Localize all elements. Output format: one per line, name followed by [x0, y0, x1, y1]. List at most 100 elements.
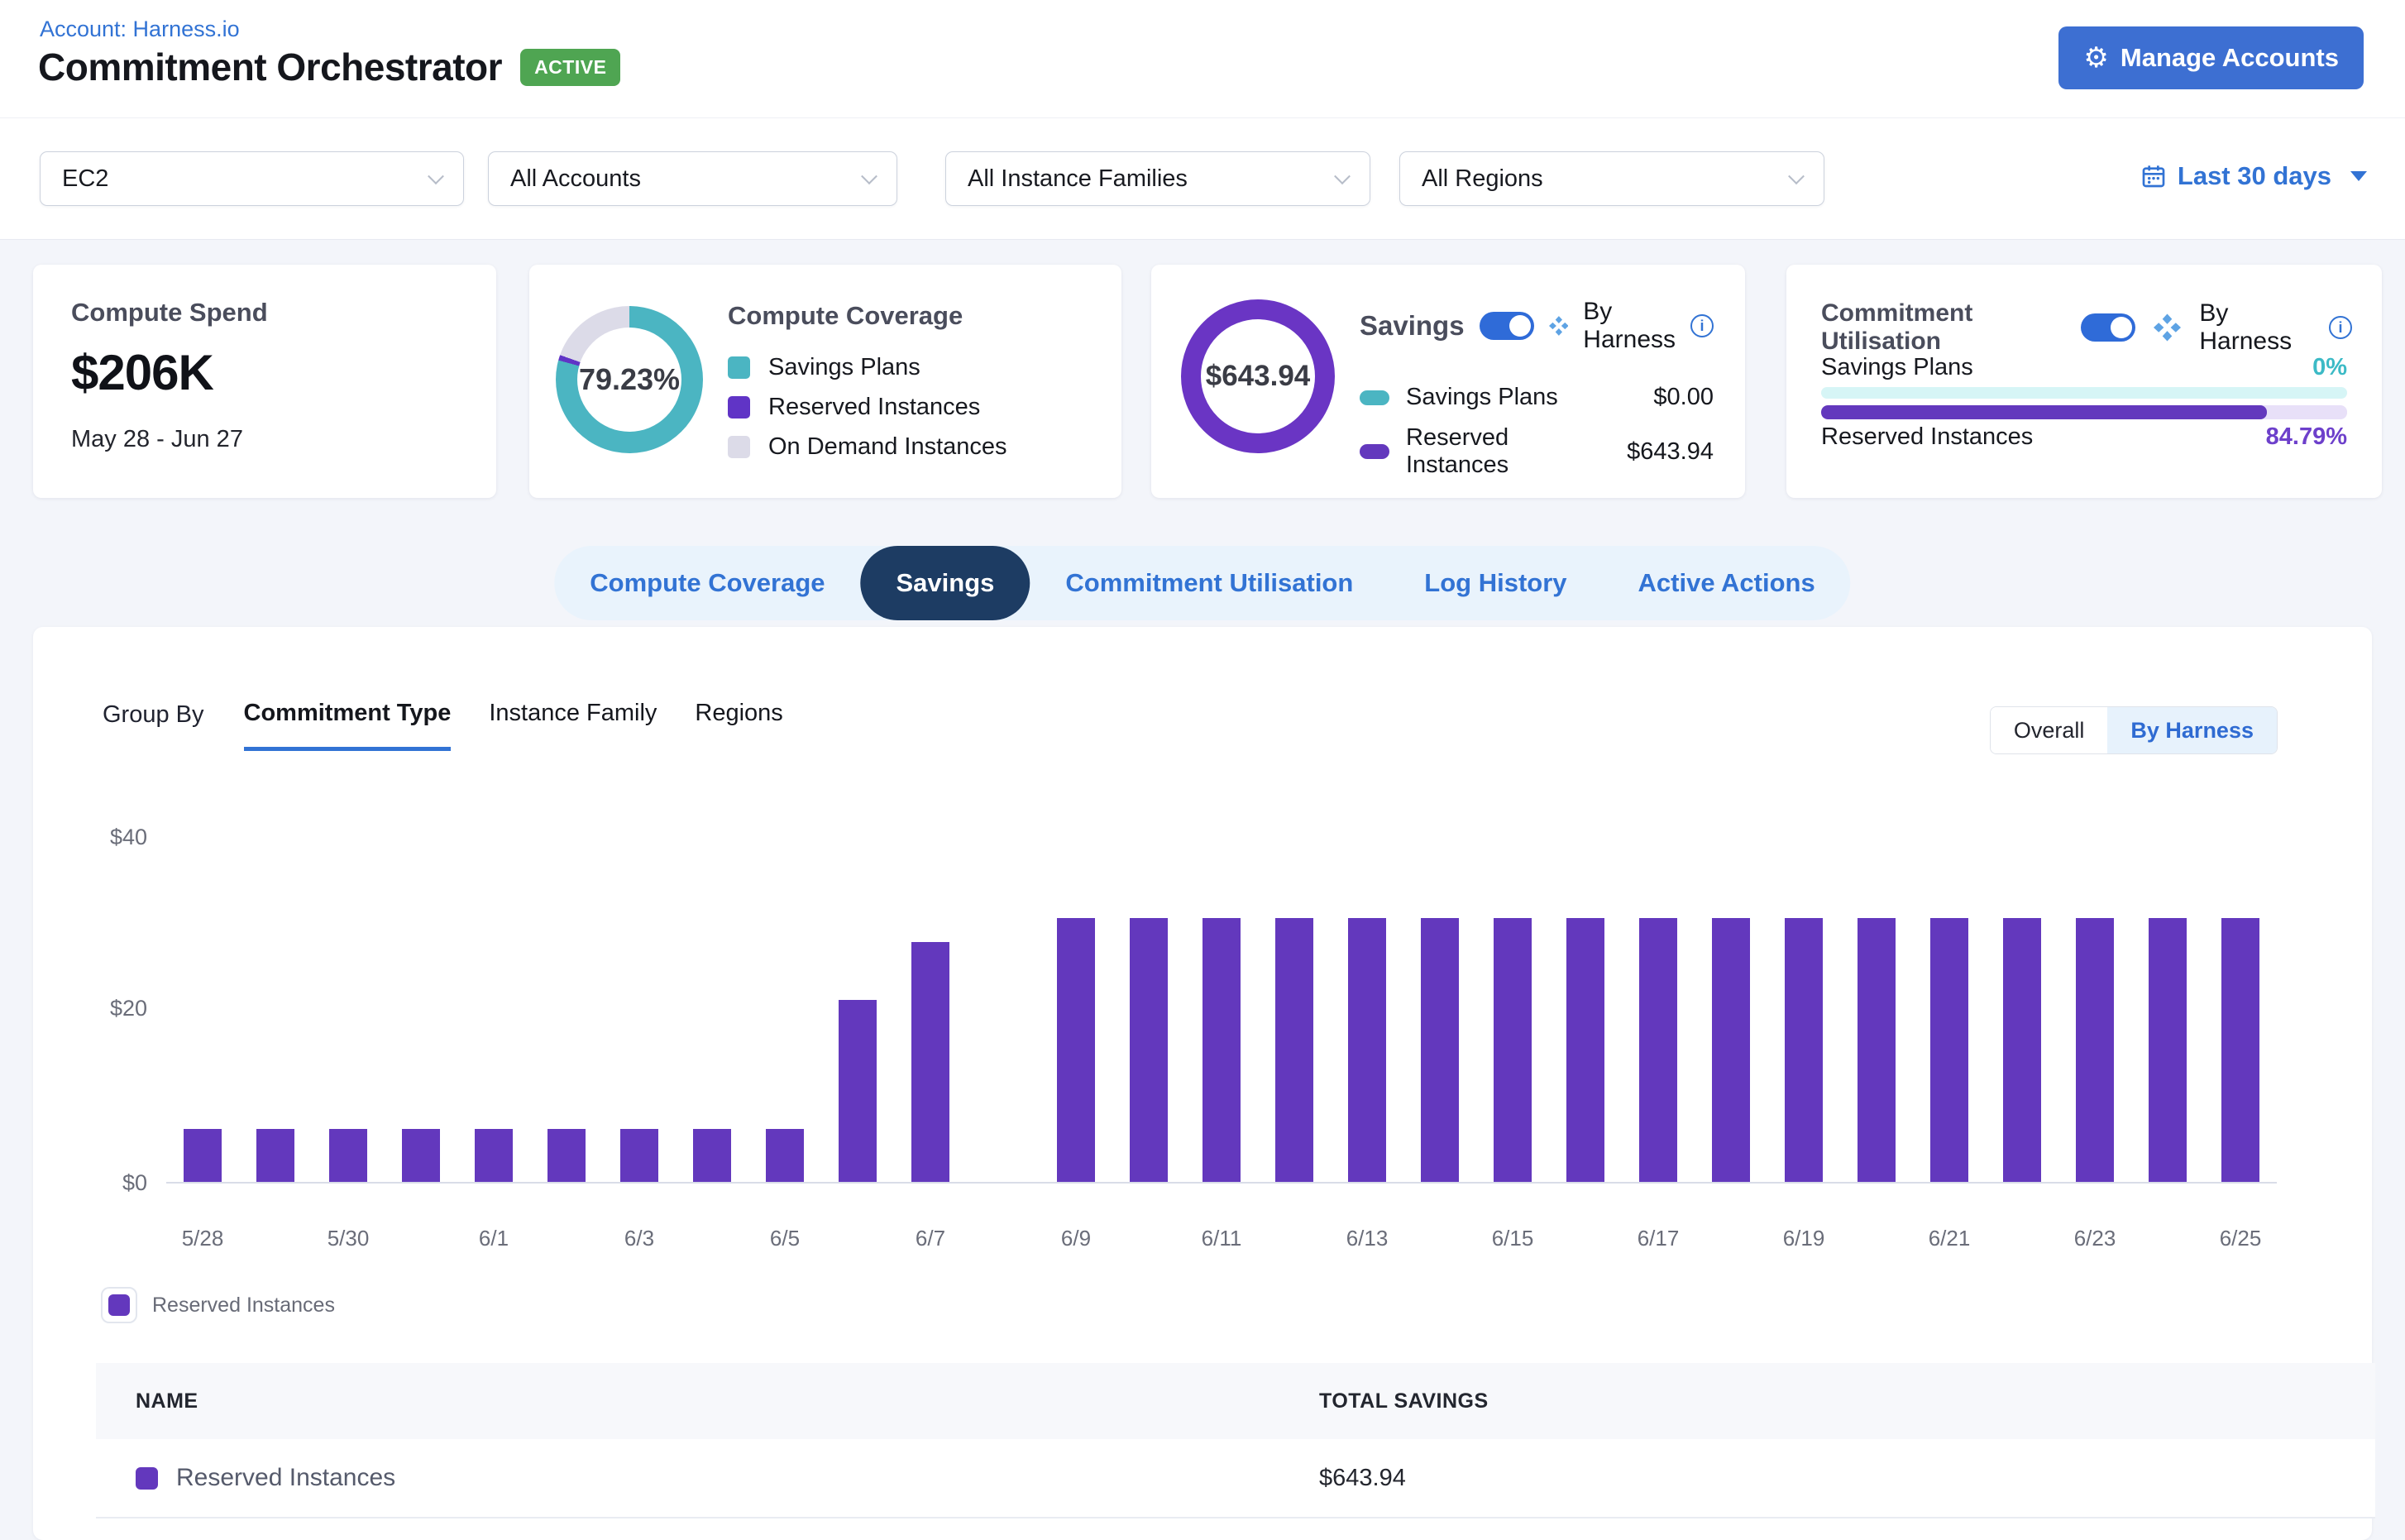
- savings-breakdown: Savings Plans$0.00 Reserved Instances$64…: [1360, 384, 1714, 479]
- savings-breakdown-row: Reserved Instances$643.94: [1360, 424, 1714, 479]
- bar: [1275, 918, 1313, 1182]
- status-badge: ACTIVE: [520, 49, 620, 86]
- bar: [766, 1129, 804, 1182]
- bar: [1785, 918, 1823, 1182]
- compute-spend-card: Compute Spend $206K May 28 - Jun 27: [33, 265, 496, 498]
- group-by-tab[interactable]: Regions: [695, 700, 782, 751]
- chart-slot: [1040, 838, 1112, 1182]
- bar: [547, 1129, 586, 1182]
- chart-slot: [1913, 838, 1986, 1182]
- manage-accounts-button[interactable]: ⚙ Manage Accounts: [2058, 26, 2364, 89]
- x-axis-label: [1258, 1226, 1331, 1251]
- date-range-picker[interactable]: Last 30 days: [2140, 161, 2367, 191]
- view-toggle-by-harness[interactable]: By Harness: [2107, 707, 2277, 753]
- bar: [1130, 918, 1168, 1182]
- x-axis-label: [1549, 1226, 1622, 1251]
- info-icon[interactable]: i: [2329, 316, 2352, 339]
- utilisation-by-harness-toggle[interactable]: [2081, 313, 2135, 342]
- x-axis-label: 6/13: [1331, 1226, 1403, 1251]
- coverage-percent: 79.23%: [579, 362, 680, 397]
- group-by-tab[interactable]: Instance Family: [489, 700, 657, 751]
- bar: [693, 1129, 731, 1182]
- tab[interactable]: Compute Coverage: [554, 546, 860, 620]
- chart-slot: [1695, 838, 1767, 1182]
- commitment-utilisation-card: Commitment Utilisation By Harness i Savi…: [1786, 265, 2382, 498]
- x-axis-label: [239, 1226, 312, 1251]
- bar: [256, 1129, 294, 1182]
- tab[interactable]: Log History: [1389, 546, 1602, 620]
- caret-down-icon: [2350, 171, 2367, 181]
- x-axis-label: 5/28: [166, 1226, 239, 1251]
- coverage-donut-chart: 79.23%: [556, 306, 703, 453]
- chart-slot: [457, 838, 530, 1182]
- x-axis-label: 6/9: [1040, 1226, 1112, 1251]
- bar: [1930, 918, 1968, 1182]
- page-title: Commitment Orchestrator: [38, 45, 502, 89]
- x-axis-label: 6/25: [2204, 1226, 2277, 1251]
- chart-slot: [603, 838, 676, 1182]
- row-color-chip: [136, 1467, 158, 1490]
- utilisation-ri-progressbar: [1821, 405, 2347, 419]
- service-select[interactable]: EC2: [40, 151, 464, 206]
- row-name: Reserved Instances: [176, 1464, 395, 1492]
- calendar-icon: [2140, 163, 2167, 189]
- chart-slot: [1622, 838, 1695, 1182]
- bar: [2003, 918, 2041, 1182]
- regions-select-value: All Regions: [1422, 165, 1543, 193]
- accounts-select[interactable]: All Accounts: [488, 151, 897, 206]
- row-total-savings: $643.94: [1319, 1465, 2375, 1492]
- chevron-down-icon: [1788, 168, 1805, 184]
- group-by-tabs: Commitment Type Instance Family Regions: [244, 700, 783, 751]
- bar: [911, 942, 949, 1182]
- chart-slot: [1331, 838, 1403, 1182]
- account-breadcrumb-link[interactable]: Account: Harness.io: [40, 17, 240, 42]
- savings-donut-chart: $643.94: [1181, 299, 1335, 453]
- savings-by-harness-toggle[interactable]: [1480, 312, 1534, 340]
- utilisation-sp-percent: 0%: [2312, 354, 2347, 381]
- utilisation-ri-percent: 84.79%: [2266, 423, 2347, 451]
- tab[interactable]: Savings: [861, 546, 1030, 620]
- bar: [1858, 918, 1896, 1182]
- x-axis-label: 6/17: [1622, 1226, 1695, 1251]
- bar: [1057, 918, 1095, 1182]
- bar: [620, 1129, 658, 1182]
- chevron-down-icon: [428, 168, 444, 184]
- bar: [1494, 918, 1532, 1182]
- group-by-tab[interactable]: Commitment Type: [244, 700, 452, 751]
- coverage-legend-item: On Demand Instances: [728, 433, 1097, 461]
- info-icon[interactable]: i: [1690, 314, 1714, 337]
- bar: [1639, 918, 1677, 1182]
- chart-slot: [312, 838, 385, 1182]
- savings-bar-chart: [166, 838, 2277, 1184]
- utilisation-sp-progressbar: [1821, 387, 2347, 399]
- x-axis-label: [1403, 1226, 1476, 1251]
- bar: [2221, 918, 2259, 1182]
- regions-select[interactable]: All Regions: [1399, 151, 1824, 206]
- instance-families-select[interactable]: All Instance Families: [945, 151, 1370, 206]
- tab[interactable]: Commitment Utilisation: [1030, 546, 1389, 620]
- bar: [1712, 918, 1750, 1182]
- table-row[interactable]: Reserved Instances $643.94: [96, 1439, 2375, 1518]
- bar: [402, 1129, 440, 1182]
- x-axis-label: 6/15: [1476, 1226, 1549, 1251]
- view-toggle: Overall By Harness: [1990, 706, 2278, 754]
- utilisation-sp-label: Savings Plans: [1821, 354, 1973, 381]
- tab[interactable]: Active Actions: [1603, 546, 1851, 620]
- compute-spend-value: $206K: [71, 344, 458, 401]
- savings-card: $643.94 Savings By Harness i Savings Pla…: [1151, 265, 1745, 498]
- chart-slot: [2131, 838, 2204, 1182]
- chevron-down-icon: [1334, 168, 1351, 184]
- bar: [2149, 918, 2187, 1182]
- legend-checkbox[interactable]: [101, 1287, 137, 1323]
- view-toggle-overall[interactable]: Overall: [1991, 707, 2108, 753]
- utilisation-ri-label: Reserved Instances: [1821, 423, 2033, 451]
- chart-slot: [1258, 838, 1331, 1182]
- savings-panel: Group By Commitment TypeInstance FamilyR…: [33, 627, 2372, 1540]
- x-axis-label: [1112, 1226, 1185, 1251]
- commitment-utilisation-title: Commitment Utilisation: [1821, 299, 2063, 356]
- y-axis-tick: $40: [48, 825, 147, 850]
- x-axis-label: 6/1: [457, 1226, 530, 1251]
- coverage-legend: Savings Plans Reserved Instances On Dema…: [728, 354, 1097, 461]
- bar: [2076, 918, 2114, 1182]
- x-axis-labels: 5/285/306/16/36/56/76/96/116/136/156/176…: [166, 1226, 2277, 1251]
